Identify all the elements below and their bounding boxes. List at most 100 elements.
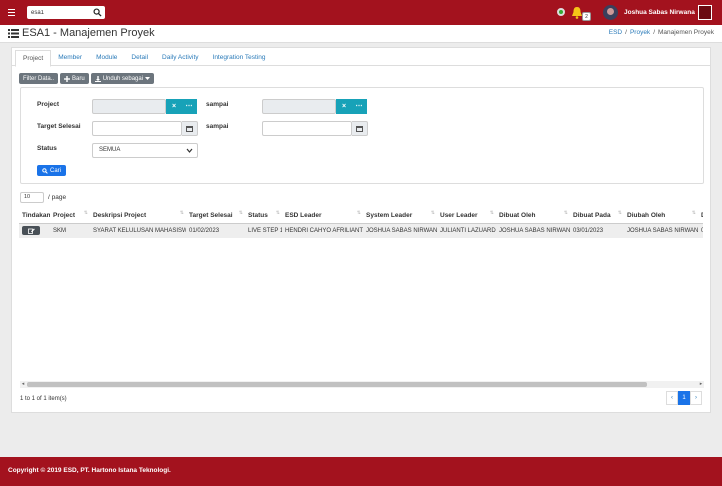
more-icon[interactable]: ⋯ bbox=[181, 99, 197, 114]
col-tindakan[interactable]: Tindakan bbox=[19, 208, 50, 224]
chevron-down-icon bbox=[186, 148, 193, 153]
col-esd-leader[interactable]: ESD Leader ⇅ bbox=[282, 208, 363, 224]
tab-integration-testing[interactable]: Integration Testing bbox=[206, 50, 273, 66]
tab-project[interactable]: Project bbox=[15, 50, 52, 67]
scroll-right-icon[interactable]: ▸ bbox=[698, 381, 704, 388]
caret-down-icon bbox=[145, 76, 151, 80]
col-target-selesai[interactable]: Target Selesai ⇅ bbox=[186, 208, 245, 224]
cell-truncated: 0 bbox=[698, 223, 703, 238]
target-selesai-label: Target Selesai bbox=[37, 123, 81, 130]
toolbar: Filter Data.. Baru Unduh sebagai bbox=[19, 73, 155, 84]
content-card: Project Member Module Detail Daily Activ… bbox=[11, 47, 711, 413]
cell-dibuat-oleh: JOSHUA SABAS NIRWANA bbox=[496, 223, 570, 238]
next-page-icon[interactable]: › bbox=[690, 391, 702, 405]
breadcrumb: ESD / Proyek / Manajemen Proyek bbox=[608, 29, 714, 36]
col-dibuat-pada[interactable]: Dibuat Pada ⇅ bbox=[570, 208, 624, 224]
cell-user-leader: JULIANTI LAZUARDI bbox=[437, 223, 496, 238]
target-from-input[interactable] bbox=[92, 121, 182, 136]
per-page-control: 10 / page bbox=[20, 192, 66, 203]
col-project[interactable]: Project ⇅ bbox=[50, 208, 90, 224]
clear-icon[interactable]: × bbox=[336, 99, 352, 114]
project-sampai-label: sampai bbox=[206, 101, 229, 108]
col-status[interactable]: Status ⇅ bbox=[245, 208, 282, 224]
tab-module[interactable]: Module bbox=[89, 50, 124, 66]
cell-diubah-oleh: JOSHUA SABAS NIRWANA bbox=[624, 223, 698, 238]
search-button[interactable]: Cari bbox=[37, 165, 66, 176]
target-sampai-label: sampai bbox=[206, 123, 229, 130]
project-table: Tindakan Project ⇅ Deskripsi Project ⇅ Tar… bbox=[19, 208, 703, 388]
calendar-button[interactable] bbox=[182, 121, 198, 136]
user-name[interactable]: Joshua Sabas Nirwana bbox=[624, 9, 695, 16]
calendar-icon bbox=[356, 126, 363, 132]
app-logo bbox=[698, 5, 712, 20]
footer: Copyright © 2019 ESD, PT. Hartono Istana… bbox=[0, 457, 722, 486]
more-icon[interactable]: ⋯ bbox=[351, 99, 367, 114]
per-page-select[interactable]: 10 bbox=[20, 192, 44, 203]
breadcrumb-current: Manajemen Proyek bbox=[658, 29, 714, 36]
tab-bar: Project Member Module Detail Daily Activ… bbox=[12, 50, 710, 67]
target-to-input[interactable] bbox=[262, 121, 352, 136]
menu-icon[interactable] bbox=[0, 0, 22, 25]
tab-daily-activity[interactable]: Daily Activity bbox=[155, 50, 205, 66]
row-actions bbox=[19, 223, 50, 238]
calendar-button[interactable] bbox=[352, 121, 368, 136]
download-label: Unduh sebagai bbox=[102, 75, 144, 82]
filter-data-button[interactable]: Filter Data.. bbox=[19, 73, 59, 84]
tab-detail[interactable]: Detail bbox=[124, 50, 155, 66]
download-button[interactable]: Unduh sebagai bbox=[90, 73, 155, 84]
cell-system-leader: JOSHUA SABAS NIRWANA bbox=[363, 223, 437, 238]
per-page-label: / page bbox=[48, 194, 67, 201]
project-label: Project bbox=[37, 101, 60, 108]
project-to-input[interactable] bbox=[262, 99, 336, 114]
filter-panel: Project × ⋯ sampai × ⋯ Target Selesai sa… bbox=[20, 87, 704, 184]
cell-project: SKM bbox=[50, 223, 90, 238]
col-dibuat-oleh[interactable]: Dibuat Oleh ⇅ bbox=[496, 208, 570, 224]
table-row[interactable]: SKM SYARAT KELULUSAN MAHASISWA 01/02/202… bbox=[19, 223, 703, 238]
pagination: ‹ 1 › bbox=[666, 391, 702, 405]
search-box bbox=[27, 6, 105, 19]
col-system-leader[interactable]: System Leader ⇅ bbox=[363, 208, 437, 224]
list-icon bbox=[8, 29, 19, 38]
new-label: Baru bbox=[72, 75, 85, 82]
page-title: ESA1 - Manajemen Proyek bbox=[22, 27, 155, 39]
scroll-left-icon[interactable]: ◂ bbox=[20, 381, 26, 388]
pager-info: 1 to 1 of 1 item(s) bbox=[20, 396, 67, 402]
col-user-leader[interactable]: User Leader ⇅ bbox=[437, 208, 496, 224]
notification-badge: 2 bbox=[582, 12, 591, 21]
breadcrumb-proyek[interactable]: Proyek bbox=[630, 29, 650, 36]
project-from-input[interactable] bbox=[92, 99, 166, 114]
calendar-icon bbox=[186, 126, 193, 132]
status-label: Status bbox=[37, 145, 57, 152]
scrollbar-thumb[interactable] bbox=[27, 382, 647, 387]
cell-status: LIVE STEP 1 bbox=[245, 223, 282, 238]
search-button-label: Cari bbox=[49, 167, 61, 174]
copyright-text: Copyright © 2019 ESD, PT. Hartono Istana… bbox=[8, 467, 171, 474]
cell-esd-leader: HENDRI CAHYO AFRILIANTO bbox=[282, 223, 363, 238]
cell-deskripsi: SYARAT KELULUSAN MAHASISWA bbox=[90, 223, 186, 238]
search-icon bbox=[42, 167, 48, 174]
col-truncated[interactable]: D bbox=[698, 208, 703, 224]
clear-icon[interactable]: × bbox=[166, 99, 182, 114]
plus-icon bbox=[64, 75, 71, 82]
page-1-button[interactable]: 1 bbox=[678, 391, 690, 405]
status-select[interactable]: SEMUA bbox=[92, 143, 198, 158]
search-input[interactable] bbox=[27, 7, 89, 18]
search-icon[interactable] bbox=[93, 8, 102, 17]
new-button[interactable]: Baru bbox=[60, 73, 89, 84]
online-status-icon bbox=[557, 8, 565, 16]
status-select-value: SEMUA bbox=[99, 147, 121, 153]
table-header-row: Tindakan Project ⇅ Deskripsi Project ⇅ Tar… bbox=[19, 208, 703, 224]
tab-member[interactable]: Member bbox=[51, 50, 89, 66]
page-header: ESA1 - Manajemen Proyek ESD / Proyek / M… bbox=[0, 25, 722, 43]
edit-button[interactable] bbox=[22, 226, 40, 236]
cell-target-selesai: 01/02/2023 bbox=[186, 223, 245, 238]
avatar[interactable] bbox=[603, 5, 618, 20]
breadcrumb-esd[interactable]: ESD bbox=[609, 29, 622, 36]
prev-page-icon[interactable]: ‹ bbox=[666, 391, 678, 405]
download-icon bbox=[94, 75, 101, 82]
edit-icon bbox=[27, 228, 35, 234]
col-deskripsi[interactable]: Deskripsi Project ⇅ bbox=[90, 208, 186, 224]
col-diubah-oleh[interactable]: Diubah Oleh ⇅ bbox=[624, 208, 698, 224]
filter-data-label: Filter Data.. bbox=[23, 75, 55, 82]
horizontal-scrollbar[interactable]: ◂ ▸ bbox=[20, 381, 704, 388]
